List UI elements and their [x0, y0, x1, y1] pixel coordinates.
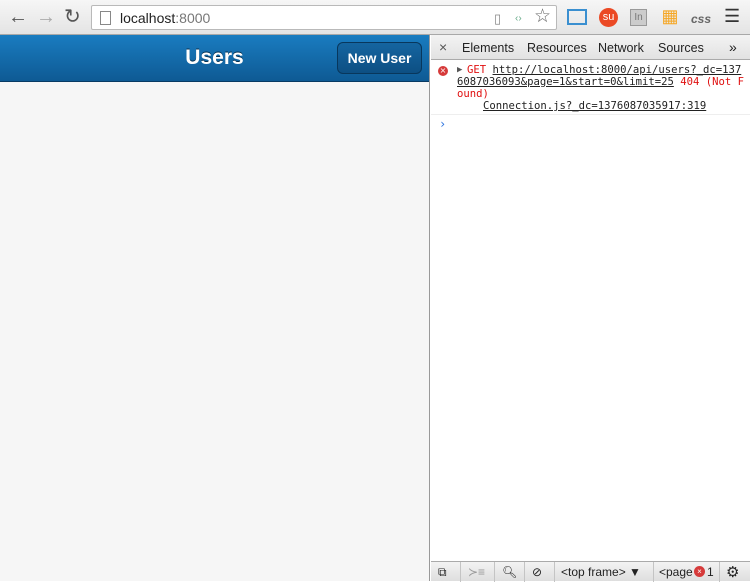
error-count[interactable]: 1	[707, 565, 714, 579]
request-method: GET	[467, 64, 487, 76]
mobile-icon[interactable]: ▯	[494, 9, 501, 29]
console: × ▶ GET http://localhost:8000/api/users?…	[431, 60, 750, 130]
url-text: localhost:8000	[120, 10, 211, 26]
new-user-button[interactable]: New User	[337, 42, 422, 74]
settings-gear-icon[interactable]: ⚙	[726, 563, 739, 581]
page-context-select[interactable]: <page	[659, 565, 693, 579]
tab-resources[interactable]: Resources	[527, 41, 587, 55]
error-icon: ×	[438, 66, 448, 76]
browser-toolbar: ← → ↻ localhost:8000 ▯ ‹› ☆ su In ▦ css …	[0, 0, 750, 35]
source-link[interactable]: Connection.js?_dc=1376087035917:319	[483, 100, 706, 112]
dock-icon[interactable]: ⧉	[438, 565, 447, 580]
linkedin-icon[interactable]: In	[630, 9, 647, 26]
devtools-tabs: × Elements Resources Network Sources »	[431, 35, 750, 60]
expand-icon[interactable]: ▶	[457, 64, 462, 76]
frame-select[interactable]: <top frame> ▼	[561, 565, 641, 579]
devtools-panel: × Elements Resources Network Sources » ×…	[431, 35, 750, 582]
console-error-message: × ▶ GET http://localhost:8000/api/users?…	[431, 60, 750, 115]
css-icon[interactable]: css	[691, 9, 711, 29]
devtools-statusbar: ⧉ ≻≡ 🔍︎ ⊘ <top frame> ▼ <page × 1 ⚙	[431, 561, 750, 582]
aws-icon[interactable]: ▦	[660, 6, 680, 26]
reload-icon[interactable]: ↻	[64, 6, 81, 28]
search-icon[interactable]: 🔍︎	[502, 565, 517, 579]
tab-network[interactable]: Network	[598, 41, 644, 55]
star-icon[interactable]: ☆	[534, 7, 551, 27]
address-bar[interactable]: localhost:8000 ▯ ‹› ☆	[91, 5, 557, 30]
window-resizer-icon[interactable]	[567, 9, 587, 25]
app-titlebar: Users New User	[0, 35, 429, 82]
page-icon	[100, 11, 111, 25]
console-prompt[interactable]: ›	[431, 115, 750, 130]
tab-sources[interactable]: Sources	[658, 41, 704, 55]
forward-icon[interactable]: →	[36, 6, 56, 28]
menu-icon[interactable]: ☰	[724, 6, 740, 26]
clear-console-icon[interactable]: ⊘	[532, 565, 542, 579]
source-icon[interactable]: ‹›	[515, 9, 522, 29]
more-tabs-icon[interactable]: »	[729, 39, 737, 55]
console-drawer-icon[interactable]: ≻≡	[468, 565, 485, 579]
stumbleupon-icon[interactable]: su	[599, 8, 618, 27]
close-icon[interactable]: ×	[439, 39, 447, 55]
error-count-icon[interactable]: ×	[694, 566, 705, 577]
tab-elements[interactable]: Elements	[462, 41, 514, 55]
app-panel: Users New User	[0, 35, 430, 581]
back-icon[interactable]: ←	[8, 6, 28, 28]
